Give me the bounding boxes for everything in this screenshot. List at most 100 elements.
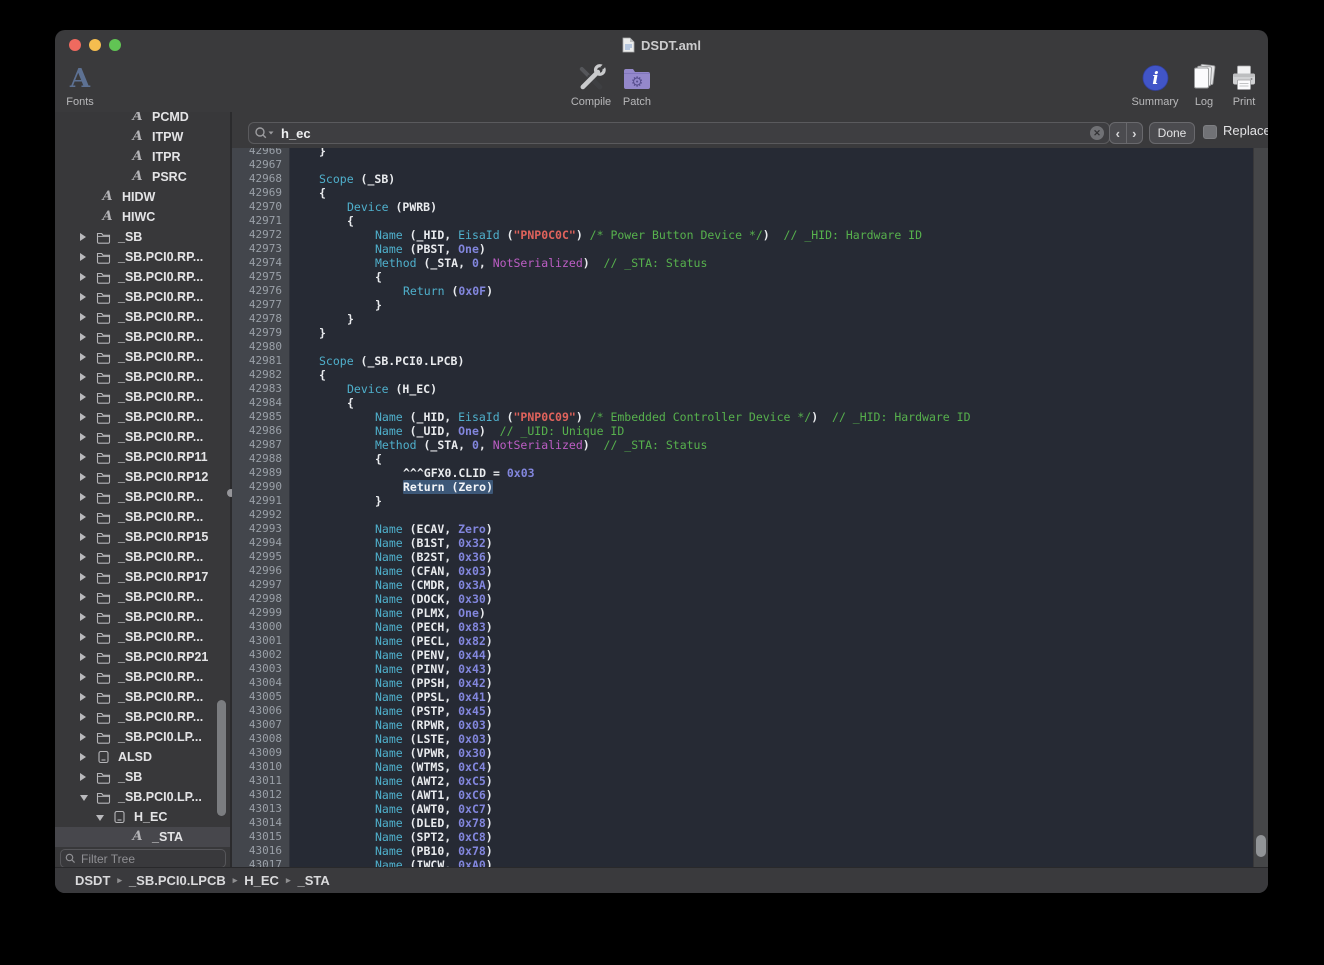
tree-item[interactable]: _SB.PCI0.RP21 bbox=[55, 647, 230, 667]
disclosure-triangle-icon[interactable] bbox=[80, 533, 86, 541]
tree-item[interactable]: _SB.PCI0.RP17 bbox=[55, 567, 230, 587]
disclosure-triangle-icon[interactable] bbox=[80, 253, 86, 261]
tree-item[interactable]: _SB.PCI0.RP... bbox=[55, 247, 230, 267]
disclosure-triangle-icon[interactable] bbox=[80, 573, 86, 581]
disclosure-triangle-icon[interactable] bbox=[80, 493, 86, 501]
code-line[interactable]: 42969{ bbox=[232, 186, 1253, 200]
disclosure-triangle-icon[interactable] bbox=[80, 313, 86, 321]
code-line[interactable]: 43006Name (PSTP, 0x45) bbox=[232, 704, 1253, 718]
tree-item[interactable]: _SB.PCI0.RP... bbox=[55, 407, 230, 427]
disclosure-triangle-icon[interactable] bbox=[80, 673, 86, 681]
code-line[interactable]: 42977} bbox=[232, 298, 1253, 312]
code-line[interactable]: 43010Name (WTMS, 0xC4) bbox=[232, 760, 1253, 774]
code-line[interactable]: 42984{ bbox=[232, 396, 1253, 410]
tree-item[interactable]: _SB.PCI0.RP... bbox=[55, 627, 230, 647]
tree-item[interactable]: _SB.PCI0.RP... bbox=[55, 487, 230, 507]
code-line[interactable]: 43011Name (AWT2, 0xC5) bbox=[232, 774, 1253, 788]
disclosure-triangle-icon[interactable] bbox=[80, 733, 86, 741]
code-line[interactable]: 43014Name (DLED, 0x78) bbox=[232, 816, 1253, 830]
editor-scrollbar-thumb[interactable] bbox=[1256, 835, 1266, 857]
disclosure-triangle-icon[interactable] bbox=[80, 513, 86, 521]
disclosure-triangle-icon[interactable] bbox=[80, 795, 88, 801]
code-line[interactable]: 42978} bbox=[232, 312, 1253, 326]
tree-item[interactable]: _SB bbox=[55, 767, 230, 787]
code-line[interactable]: 42991} bbox=[232, 494, 1253, 508]
tree-item[interactable]: _SB.PCI0.RP... bbox=[55, 387, 230, 407]
tree-item[interactable]: AITPR bbox=[55, 147, 230, 167]
disclosure-triangle-icon[interactable] bbox=[80, 453, 86, 461]
code-line[interactable]: 42989^^^GFX0.CLID = 0x03 bbox=[232, 466, 1253, 480]
tree-item[interactable]: APSRC bbox=[55, 167, 230, 187]
tree-item[interactable]: _SB.PCI0.LP... bbox=[55, 787, 230, 807]
disclosure-triangle-icon[interactable] bbox=[80, 373, 86, 381]
disclosure-triangle-icon[interactable] bbox=[96, 815, 104, 821]
disclosure-triangle-icon[interactable] bbox=[80, 713, 86, 721]
tree-item[interactable]: _SB.PCI0.RP... bbox=[55, 587, 230, 607]
print-button[interactable]: Print bbox=[1229, 62, 1259, 108]
code-line[interactable]: 43002Name (PENV, 0x44) bbox=[232, 648, 1253, 662]
disclosure-triangle-icon[interactable] bbox=[80, 653, 86, 661]
editor-scrollbar-track[interactable] bbox=[1253, 148, 1268, 868]
code-line[interactable]: 42985Name (_HID, EisaId ("PNP0C09") /* E… bbox=[232, 410, 1253, 424]
tree-item[interactable]: A_STA bbox=[55, 827, 230, 847]
code-line[interactable]: 42973Name (PBST, One) bbox=[232, 242, 1253, 256]
tree-item[interactable]: H_EC bbox=[55, 807, 230, 827]
disclosure-triangle-icon[interactable] bbox=[80, 353, 86, 361]
code-editor[interactable]: 42966}4296742968Scope (_SB)42969{42970De… bbox=[232, 148, 1268, 868]
tree-item[interactable]: _SB.PCI0.RP... bbox=[55, 547, 230, 567]
tree-item[interactable]: _SB.PCI0.LP... bbox=[55, 727, 230, 747]
code-line[interactable]: 42997Name (CMDR, 0x3A) bbox=[232, 578, 1253, 592]
disclosure-triangle-icon[interactable] bbox=[80, 393, 86, 401]
code-line[interactable]: 43003Name (PINV, 0x43) bbox=[232, 662, 1253, 676]
code-line[interactable]: 43016Name (PB10, 0x78) bbox=[232, 844, 1253, 858]
find-input[interactable] bbox=[279, 125, 1086, 142]
tree-item[interactable]: _SB.PCI0.RP... bbox=[55, 287, 230, 307]
tree-item[interactable]: _SB bbox=[55, 227, 230, 247]
code-line[interactable]: 43009Name (VPWR, 0x30) bbox=[232, 746, 1253, 760]
tree-item[interactable]: _SB.PCI0.RP... bbox=[55, 607, 230, 627]
code-line[interactable]: 43012Name (AWT1, 0xC6) bbox=[232, 788, 1253, 802]
code-line[interactable]: 42987Method (_STA, 0, NotSerialized) // … bbox=[232, 438, 1253, 452]
breadcrumb-item[interactable]: _STA bbox=[297, 873, 329, 888]
disclosure-triangle-icon[interactable] bbox=[80, 413, 86, 421]
filter-tree-field[interactable] bbox=[60, 849, 226, 868]
log-button[interactable]: Log bbox=[1190, 62, 1218, 108]
code-line[interactable]: 43000Name (PECH, 0x83) bbox=[232, 620, 1253, 634]
disclosure-triangle-icon[interactable] bbox=[80, 293, 86, 301]
tree-item[interactable]: ALSD bbox=[55, 747, 230, 767]
code-line[interactable]: 42972Name (_HID, EisaId ("PNP0C0C") /* P… bbox=[232, 228, 1253, 242]
disclosure-triangle-icon[interactable] bbox=[80, 753, 86, 761]
breadcrumb-item[interactable]: DSDT bbox=[75, 873, 110, 888]
find-next-button[interactable]: › bbox=[1127, 123, 1143, 143]
code-line[interactable]: 42990Return (Zero) bbox=[232, 480, 1253, 494]
tree-item[interactable]: _SB.PCI0.RP... bbox=[55, 347, 230, 367]
disclosure-triangle-icon[interactable] bbox=[80, 233, 86, 241]
code-line[interactable]: 43005Name (PPSL, 0x41) bbox=[232, 690, 1253, 704]
breadcrumb-item[interactable]: H_EC bbox=[244, 873, 279, 888]
tree-item[interactable]: _SB.PCI0.RP... bbox=[55, 307, 230, 327]
code-line[interactable]: 42971{ bbox=[232, 214, 1253, 228]
disclosure-triangle-icon[interactable] bbox=[80, 473, 86, 481]
tree-item[interactable]: _SB.PCI0.RP... bbox=[55, 427, 230, 447]
tree-item[interactable]: _SB.PCI0.RP11 bbox=[55, 447, 230, 467]
tree-item[interactable]: _SB.PCI0.RP... bbox=[55, 327, 230, 347]
search-menu-icon[interactable] bbox=[254, 126, 275, 140]
code-line[interactable]: 42981Scope (_SB.PCI0.LPCB) bbox=[232, 354, 1253, 368]
code-line[interactable]: 42998Name (DOCK, 0x30) bbox=[232, 592, 1253, 606]
code-line[interactable]: 42967 bbox=[232, 158, 1253, 172]
tree-item[interactable]: AHIWC bbox=[55, 207, 230, 227]
tree-item[interactable]: _SB.PCI0.RP... bbox=[55, 367, 230, 387]
disclosure-triangle-icon[interactable] bbox=[80, 273, 86, 281]
clear-search-icon[interactable]: ✕ bbox=[1090, 126, 1104, 140]
code-line[interactable]: 42992 bbox=[232, 508, 1253, 522]
code-line[interactable]: 43013Name (AWT0, 0xC7) bbox=[232, 802, 1253, 816]
tree-item[interactable]: _SB.PCI0.RP12 bbox=[55, 467, 230, 487]
tree-item[interactable]: _SB.PCI0.RP... bbox=[55, 707, 230, 727]
code-line[interactable]: 42970Device (PWRB) bbox=[232, 200, 1253, 214]
disclosure-triangle-icon[interactable] bbox=[80, 613, 86, 621]
code-line[interactable]: 43015Name (SPT2, 0xC8) bbox=[232, 830, 1253, 844]
code-line[interactable]: 42999Name (PLMX, One) bbox=[232, 606, 1253, 620]
code-line[interactable]: 43001Name (PECL, 0x82) bbox=[232, 634, 1253, 648]
disclosure-triangle-icon[interactable] bbox=[80, 693, 86, 701]
title-bar[interactable]: DSDT.aml bbox=[55, 30, 1268, 60]
